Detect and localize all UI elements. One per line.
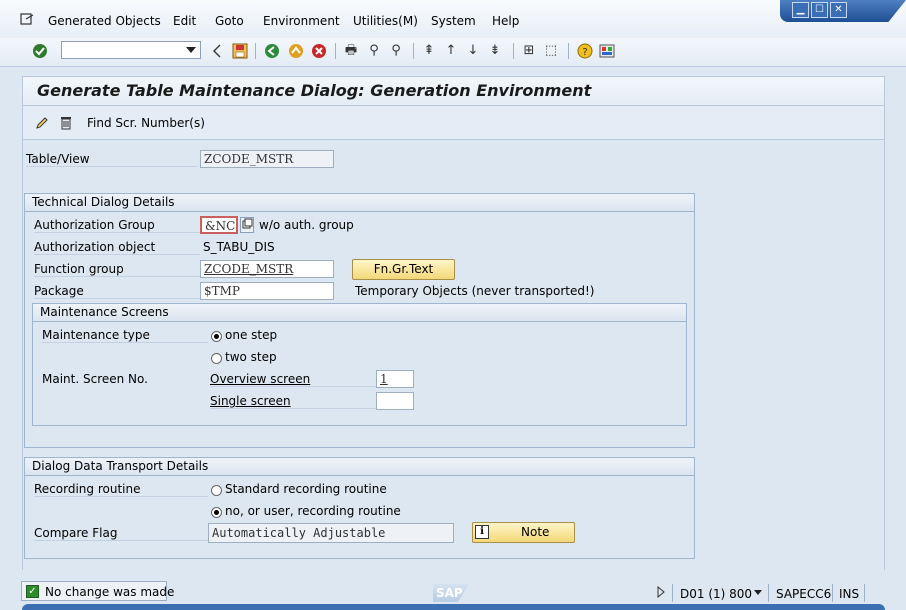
menu-goto[interactable]: Goto — [215, 14, 244, 28]
find-icon[interactable]: ⚲ — [366, 43, 382, 59]
toolbar-separator — [413, 43, 414, 59]
maintenance-screens-title: Maintenance Screens — [40, 305, 169, 319]
minimize-button[interactable]: ▁ — [792, 2, 809, 18]
transport-details-header: Dialog Data Transport Details — [25, 458, 694, 476]
package-field[interactable]: $TMP — [200, 282, 334, 300]
info-icon: i — [475, 525, 489, 539]
compare-flag-field: Automatically Adjustable — [208, 523, 454, 543]
function-group-label: Function group — [34, 262, 200, 277]
create-session-icon[interactable]: ⊞ — [521, 43, 537, 59]
sap-logo: SAP — [433, 584, 469, 602]
print-icon[interactable]: 🖶 — [343, 43, 359, 59]
toolbar-separator — [568, 43, 569, 59]
back-icon[interactable] — [264, 43, 280, 59]
maintenance-screens-header: Maintenance Screens — [33, 304, 686, 322]
status-separator — [768, 584, 769, 602]
help-icon[interactable]: ? — [577, 43, 593, 59]
auth-group-hint: w/o auth. group — [259, 218, 354, 232]
system-info: D01 (1) 800 — [680, 587, 753, 601]
toolbar-separator — [335, 43, 336, 59]
menu-environment[interactable]: Environment — [263, 14, 340, 28]
table-view-label: Table/View — [26, 152, 198, 167]
window-controls: ▁ ☐ ✕ — [780, 0, 906, 22]
maint-screen-no-label: Maint. Screen No. — [42, 372, 148, 386]
overview-screen-label: Overview screen — [210, 372, 376, 387]
enter-check-icon[interactable] — [32, 43, 48, 59]
toolbar-separator — [513, 43, 514, 59]
success-check-icon: ✓ — [26, 585, 39, 598]
status-separator — [672, 584, 673, 602]
menu-help[interactable]: Help — [492, 14, 519, 28]
status-separator — [864, 584, 865, 602]
auth-group-label: Authorization Group — [34, 218, 200, 233]
close-button[interactable]: ✕ — [830, 2, 847, 18]
value-help-icon[interactable] — [240, 217, 254, 233]
bottom-window-edge — [22, 604, 885, 610]
next-page-icon[interactable]: ↓ — [465, 43, 481, 59]
user-recording-label[interactable]: no, or user, recording routine — [225, 504, 401, 518]
menu-edit[interactable]: Edit — [173, 14, 196, 28]
single-screen-label: Single screen — [210, 394, 376, 409]
first-page-icon[interactable]: ⇞ — [421, 43, 437, 59]
exit-icon[interactable] — [288, 43, 304, 59]
note-button-label: Note — [521, 525, 550, 539]
trash-icon[interactable] — [59, 115, 73, 130]
technical-dialog-header: Technical Dialog Details — [25, 194, 694, 212]
status-separator — [832, 584, 833, 602]
one-step-label[interactable]: one step — [225, 328, 277, 342]
standard-toolbar: 🖶 ⚲ ⚲ ⇞ ↑ ↓ ⇟ ⊞ ⬚ ? — [0, 38, 906, 67]
package-description: Temporary Objects (never transported!) — [355, 284, 595, 298]
last-page-icon[interactable]: ⇟ — [487, 43, 503, 59]
system-dropdown-icon[interactable] — [754, 590, 762, 595]
status-expand-icon[interactable] — [657, 586, 665, 598]
status-message-text: No change was made — [45, 585, 175, 599]
menu-system[interactable]: System — [431, 14, 476, 28]
save-icon[interactable] — [232, 43, 248, 59]
pencil-icon[interactable] — [35, 116, 49, 130]
fn-gr-text-button[interactable]: Fn.Gr.Text — [352, 259, 455, 280]
server-info: SAPECC6 — [776, 587, 832, 601]
function-group-field[interactable]: ZCODE_MSTR — [200, 260, 334, 278]
standard-recording-radio[interactable] — [211, 485, 222, 496]
page-title: Generate Table Maintenance Dialog: Gener… — [37, 81, 592, 100]
find-next-icon[interactable]: ⚲ — [388, 43, 404, 59]
package-label: Package — [34, 284, 200, 299]
two-step-radio[interactable] — [211, 353, 222, 364]
transport-details-title: Dialog Data Transport Details — [32, 459, 209, 473]
cancel-icon[interactable] — [311, 43, 327, 59]
menu-generated-objects[interactable]: Generated Objects — [48, 14, 161, 28]
auth-group-field[interactable]: &NC& — [200, 216, 238, 234]
svg-text:?: ? — [582, 47, 587, 58]
history-back-icon[interactable] — [212, 44, 222, 58]
customize-layout-icon[interactable] — [599, 43, 615, 59]
menu-exit-icon[interactable] — [20, 13, 34, 25]
command-field[interactable] — [61, 41, 201, 59]
application-toolbar: Find Scr. Number(s) — [22, 106, 885, 140]
chevron-down-icon[interactable] — [186, 47, 196, 53]
recording-routine-label: Recording routine — [34, 482, 208, 497]
overview-screen-field[interactable]: 1 — [376, 370, 414, 388]
standard-recording-label[interactable]: Standard recording routine — [225, 482, 387, 496]
two-step-label[interactable]: two step — [225, 350, 277, 364]
screen-title-bar: Generate Table Maintenance Dialog: Gener… — [22, 76, 885, 106]
toolbar-separator — [255, 43, 256, 59]
maximize-button[interactable]: ☐ — [811, 2, 828, 18]
menu-utilities[interactable]: Utilities(M) — [353, 14, 418, 28]
table-view-field: ZCODE_MSTR — [200, 150, 334, 168]
user-recording-radio[interactable] — [211, 507, 222, 518]
note-button[interactable]: i Note — [472, 522, 575, 543]
status-message: ✓ No change was made — [21, 581, 174, 601]
single-screen-field[interactable] — [376, 392, 414, 410]
compare-flag-label: Compare Flag — [34, 526, 208, 541]
insert-mode: INS — [839, 587, 860, 601]
menu-bar: Generated Objects Edit Goto Environment … — [0, 0, 906, 39]
technical-dialog-title: Technical Dialog Details — [32, 195, 175, 209]
auth-object-label: Authorization object — [34, 240, 200, 255]
auth-object-value: S_TABU_DIS — [203, 240, 275, 254]
find-screen-number-button[interactable]: Find Scr. Number(s) — [87, 116, 205, 130]
one-step-radio[interactable] — [211, 331, 222, 342]
maintenance-type-label: Maintenance type — [42, 328, 208, 343]
previous-page-icon[interactable]: ↑ — [443, 43, 459, 59]
shortcut-icon[interactable]: ⬚ — [543, 43, 559, 59]
